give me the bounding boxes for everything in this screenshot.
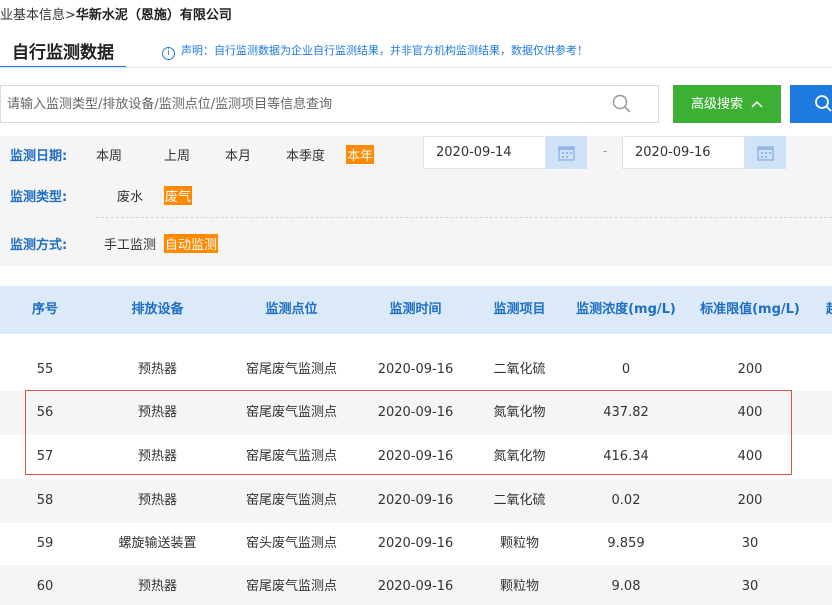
cell-limit: 200 <box>737 493 763 508</box>
date-filter-label: 监测日期: <box>10 149 68 164</box>
highlight-box <box>25 390 792 475</box>
cell-no: 60 <box>36 579 54 594</box>
calendar-icon <box>558 146 575 161</box>
date-option-this-year[interactable]: 本年 <box>346 145 375 164</box>
calendar-icon <box>757 146 774 161</box>
date-option-this-week[interactable]: 本周 <box>96 145 122 164</box>
breadcrumb-prefix[interactable]: 业基本信息> <box>0 8 76 23</box>
search-icon[interactable] <box>612 94 632 114</box>
column-header-limit: 标准限值(mg/L) <box>700 302 800 317</box>
breadcrumb: 业基本信息>华新水泥（恩施）有限公司 <box>0 4 232 23</box>
column-header-item: 监测项目 <box>493 302 546 317</box>
mode-filter-label: 监测方式: <box>10 238 68 253</box>
filter-panel: 监测日期: 本周 上周 本月 本季度 本年 2020-09-14 - 2020-… <box>0 136 832 266</box>
info-icon: i <box>162 47 175 60</box>
start-date-input[interactable]: 2020-09-14 <box>423 136 546 169</box>
cell-concentration: 9.08 <box>611 579 641 594</box>
page-title: 自行监测数据 <box>12 43 114 63</box>
cell-device: 预热器 <box>137 362 177 377</box>
cell-item: 颗粒物 <box>499 536 539 551</box>
cell-no: 58 <box>36 493 54 508</box>
disclaimer-notice: i 声明：自行监测数据为企业自行监测结果，并非官方机构监测结果，数据仅供参考！ <box>162 42 588 60</box>
header-divider <box>0 67 832 68</box>
advanced-search-label: 高级搜索 <box>690 97 743 112</box>
search-box <box>0 85 659 123</box>
cell-point: 窑尾废气监测点 <box>245 362 337 377</box>
cell-limit: 30 <box>741 579 759 594</box>
end-calendar-button[interactable] <box>745 136 786 169</box>
type-option-wastegas[interactable]: 废气 <box>164 186 193 205</box>
search-button-icon <box>815 95 832 112</box>
column-header-concentration: 监测浓度(mg/L) <box>576 302 676 317</box>
mode-option-manual[interactable]: 手工监测 <box>104 234 156 253</box>
chevron-up-icon <box>751 85 763 123</box>
search-button[interactable] <box>790 85 832 123</box>
cell-point: 窑尾废气监测点 <box>245 493 337 508</box>
disclaimer-text: 声明：自行监测数据为企业自行监测结果，并非官方机构监测结果，数据仅供参考！ <box>181 44 588 57</box>
mode-option-automatic[interactable]: 自动监测 <box>164 234 219 253</box>
cell-item: 二氧化硫 <box>493 493 546 508</box>
date-option-this-month[interactable]: 本月 <box>225 145 251 164</box>
table-header: 序号 排放设备 监测点位 监测时间 监测项目 监测浓度(mg/L) 标准限值(m… <box>0 286 832 334</box>
cell-concentration: 0.02 <box>611 493 641 508</box>
date-option-last-week[interactable]: 上周 <box>164 145 190 164</box>
search-input[interactable] <box>7 86 597 122</box>
cell-point: 窑头废气监测点 <box>245 536 337 551</box>
filter-divider <box>96 217 832 218</box>
table-row[interactable]: 60 预热器 窑尾废气监测点 2020-09-16 颗粒物 9.08 30 <box>0 565 832 605</box>
type-filter-label: 监测类型: <box>10 190 68 205</box>
cell-concentration: 9.859 <box>607 536 645 551</box>
cell-item: 二氧化硫 <box>493 362 546 377</box>
cell-time: 2020-09-16 <box>377 493 454 508</box>
breadcrumb-company: 华新水泥（恩施）有限公司 <box>75 8 232 23</box>
cell-no: 59 <box>36 536 54 551</box>
cell-limit: 30 <box>741 536 759 551</box>
cell-device: 预热器 <box>137 493 177 508</box>
cell-point: 窑尾废气监测点 <box>245 579 337 594</box>
advanced-search-button[interactable]: 高级搜索 <box>673 85 781 123</box>
cell-limit: 200 <box>737 362 763 377</box>
column-header-exceed: 超 <box>826 286 832 334</box>
cell-item: 颗粒物 <box>499 579 539 594</box>
start-calendar-button[interactable] <box>546 136 587 169</box>
cell-time: 2020-09-16 <box>377 536 454 551</box>
date-option-this-quarter[interactable]: 本季度 <box>286 145 325 164</box>
cell-time: 2020-09-16 <box>377 362 454 377</box>
column-header-device: 排放设备 <box>131 302 184 317</box>
column-header-point: 监测点位 <box>265 302 318 317</box>
cell-device: 螺旋输送装置 <box>118 536 197 551</box>
table-row[interactable]: 55 预热器 窑尾废气监测点 2020-09-16 二氧化硫 0 200 <box>0 348 832 392</box>
column-header-time: 监测时间 <box>389 302 442 317</box>
column-header-no: 序号 <box>31 302 58 317</box>
date-range-separator: - <box>603 144 608 158</box>
cell-device: 预热器 <box>137 579 177 594</box>
cell-concentration: 0 <box>621 362 631 377</box>
table-row[interactable]: 59 螺旋输送装置 窑头废气监测点 2020-09-16 颗粒物 9.859 3… <box>0 522 832 566</box>
type-option-wastewater[interactable]: 废水 <box>117 186 143 205</box>
cell-time: 2020-09-16 <box>377 579 454 594</box>
table-row[interactable]: 58 预热器 窑尾废气监测点 2020-09-16 二氧化硫 0.02 200 <box>0 479 832 523</box>
cell-no: 55 <box>36 362 54 377</box>
page-header: 自行监测数据 i 声明：自行监测数据为企业自行监测结果，并非官方机构监测结果，数据… <box>0 36 832 68</box>
end-date-input[interactable]: 2020-09-16 <box>622 136 745 169</box>
